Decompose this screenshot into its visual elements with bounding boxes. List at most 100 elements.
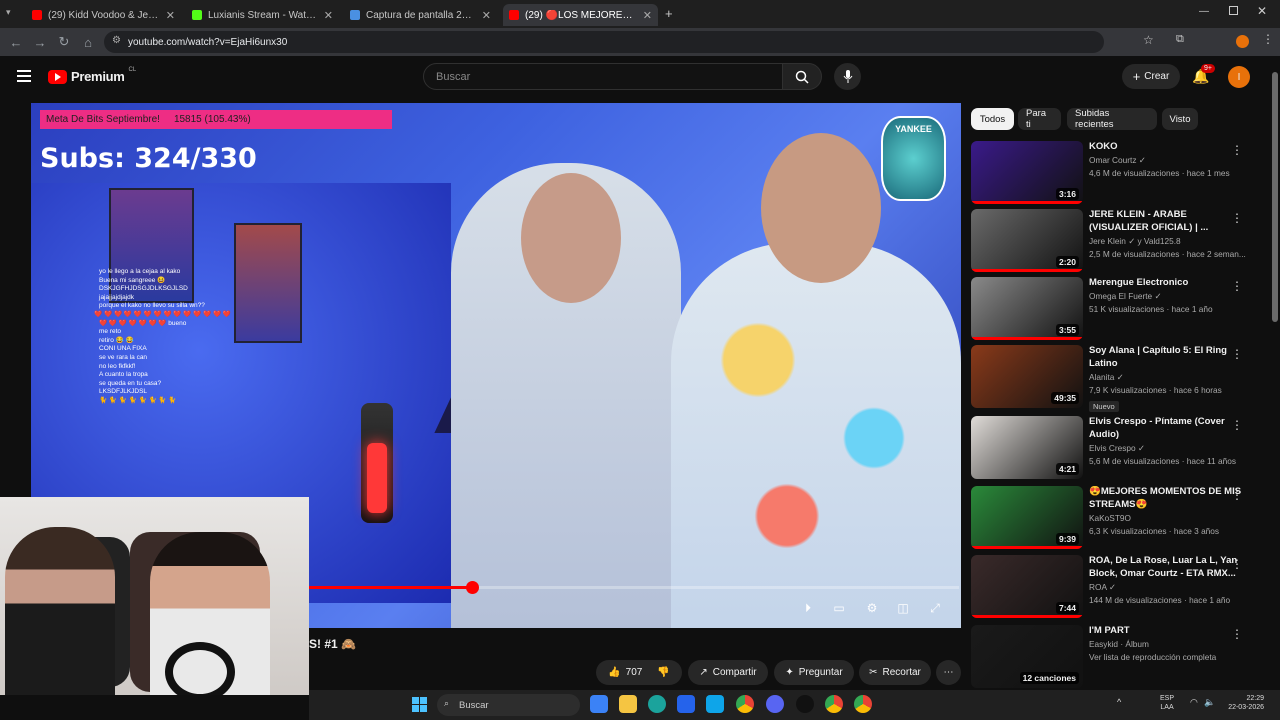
miniplayer-icon[interactable]: ◫ xyxy=(894,600,912,616)
recommended-video[interactable]: 49:35 Soy Alana | Capítulo 5: El Ring Lat… xyxy=(971,345,1271,412)
channel-name[interactable]: Elvis Crespo ✓ xyxy=(1089,443,1249,453)
share-button[interactable]: ↗ Compartir xyxy=(688,660,768,685)
voice-search-button[interactable] xyxy=(834,63,861,90)
like-button[interactable]: 👍 707 xyxy=(608,667,642,678)
video-thumbnail[interactable]: 2:20 xyxy=(971,209,1083,272)
youtube-logo[interactable]: Premium CL xyxy=(48,67,136,84)
taskbar-search[interactable]: ⌕ Buscar xyxy=(437,694,580,716)
search-input[interactable]: Buscar xyxy=(423,63,783,90)
taskbar-chrome-icon[interactable] xyxy=(854,695,872,713)
channel-name[interactable]: Omega El Fuerte ✓ xyxy=(1089,291,1249,301)
scrubber-handle[interactable] xyxy=(465,581,479,594)
video-thumbnail[interactable]: 4:21 xyxy=(971,416,1083,479)
notifications-button[interactable]: 🔔 9+ xyxy=(1192,64,1215,86)
clock[interactable]: 22:29 22-03-2026 xyxy=(1222,694,1264,712)
taskbar-chrome-icon[interactable] xyxy=(736,695,754,713)
more-options-icon[interactable]: ⋮ xyxy=(1231,627,1243,641)
video-title[interactable]: I'M PART xyxy=(1089,625,1249,638)
taskbar-calculator-icon[interactable] xyxy=(677,695,695,713)
video-thumbnail[interactable]: 3:55 xyxy=(971,277,1083,340)
taskbar-app-icon[interactable] xyxy=(590,695,608,713)
more-actions-button[interactable]: ⋯ xyxy=(936,660,961,685)
channel-name[interactable]: Alanita ✓ xyxy=(1089,372,1249,382)
video-title[interactable]: Soy Alana | Capítulo 5: El Ring Latino xyxy=(1089,345,1249,370)
browser-tab[interactable]: (29) 🔴LOS MEJORES MOM ✕ xyxy=(503,4,658,26)
channel-name[interactable]: KaKoST9O xyxy=(1089,513,1249,523)
close-window-icon[interactable]: ✕ xyxy=(1257,4,1267,18)
filter-chip[interactable]: Subidas recientes xyxy=(1067,108,1157,130)
profile-avatar[interactable] xyxy=(1236,35,1249,48)
clip-button[interactable]: ✂ Recortar xyxy=(859,660,931,685)
system-tray-chevron-icon[interactable]: ^ xyxy=(1117,697,1121,707)
taskbar-chrome-icon[interactable] xyxy=(825,695,843,713)
language-indicator[interactable]: ESP LAA xyxy=(1160,694,1174,712)
recommended-video[interactable]: 4:21 Elvis Crespo - Píntame (Cover Audio)… xyxy=(971,416,1271,480)
video-thumbnail[interactable]: 9:39 xyxy=(971,486,1083,549)
taskbar-app-icon[interactable] xyxy=(796,695,814,713)
autoplay-toggle-icon[interactable]: ⏵ xyxy=(799,600,817,616)
channel-name[interactable]: Omar Courtz ✓ xyxy=(1089,155,1249,165)
recommended-video[interactable]: 7:44 ROA, De La Rose, Luar La L, Yan Bloc… xyxy=(971,555,1271,619)
wifi-icon[interactable]: ◠ xyxy=(1190,697,1198,708)
browser-menu-icon[interactable]: ⋮ xyxy=(1262,32,1274,46)
fullscreen-icon[interactable]: ⤢ xyxy=(926,600,944,616)
site-info-icon[interactable]: ⚙ xyxy=(112,35,121,46)
back-icon[interactable]: ← xyxy=(4,30,28,54)
new-tab-button[interactable]: + xyxy=(665,6,673,21)
extensions-icon[interactable]: ⧉ xyxy=(1176,33,1184,46)
recommended-video[interactable]: 3:55 Merengue Electronico Omega El Fuerte … xyxy=(971,277,1271,341)
video-thumbnail[interactable]: 7:44 xyxy=(971,555,1083,618)
browser-tab[interactable]: Captura de pantalla 2026 03 2 ✕ xyxy=(344,4,497,26)
video-title[interactable]: JERE KLEIN - ARABE (VISUALIZER OFICIAL) … xyxy=(1089,209,1249,234)
subtitles-icon[interactable]: ▭ xyxy=(830,600,848,616)
volume-icon[interactable]: 🔈 xyxy=(1204,697,1215,708)
url-field[interactable]: ⚙ youtube.com/watch?v=EjaHi6unx30 xyxy=(104,31,1104,53)
browser-tab[interactable]: Luxianis Stream - Watch Live o ✕ xyxy=(186,4,339,26)
close-tab-icon[interactable]: ✕ xyxy=(482,9,491,22)
recommended-video[interactable]: 3:16 KOKO Omar Courtz ✓ 4,6 M de visualizac… xyxy=(971,141,1271,205)
ask-button[interactable]: ✦ Preguntar xyxy=(774,660,854,685)
recommended-video[interactable]: 2:20 JERE KLEIN - ARABE (VISUALIZER OFICI… xyxy=(971,209,1271,273)
taskbar-discord-icon[interactable] xyxy=(766,695,784,713)
close-tab-icon[interactable]: ✕ xyxy=(166,9,175,22)
close-tab-icon[interactable]: ✕ xyxy=(643,9,652,22)
video-title[interactable]: Merengue Electronico xyxy=(1089,277,1249,290)
create-button[interactable]: + Crear xyxy=(1122,64,1180,89)
reload-icon[interactable]: ↻ xyxy=(52,30,76,54)
video-title[interactable]: 😍MEJORES MOMENTOS DE MIS STREAMS😍 xyxy=(1089,486,1249,511)
channel-name[interactable]: Jere Klein ✓ y Vald125.8 xyxy=(1089,236,1249,246)
scrollbar-thumb[interactable] xyxy=(1272,72,1278,322)
forward-icon[interactable]: → xyxy=(28,30,52,54)
more-options-icon[interactable]: ⋮ xyxy=(1231,488,1243,502)
video-title[interactable]: ROA, De La Rose, Luar La L, Yan Block, O… xyxy=(1089,555,1249,580)
close-tab-icon[interactable]: ✕ xyxy=(324,9,333,22)
more-options-icon[interactable]: ⋮ xyxy=(1231,347,1243,361)
recommended-video[interactable]: 9:39 😍MEJORES MOMENTOS DE MIS STREAMS😍 KaK… xyxy=(971,486,1271,550)
video-thumbnail[interactable]: 12 canciones xyxy=(971,625,1083,688)
filter-chip[interactable]: Visto xyxy=(1162,108,1198,130)
more-options-icon[interactable]: ⋮ xyxy=(1231,143,1243,157)
channel-name[interactable]: ROA ✓ xyxy=(1089,582,1249,592)
video-title[interactable]: KOKO xyxy=(1089,141,1249,154)
filter-chip[interactable]: Para ti xyxy=(1018,108,1061,130)
search-button[interactable] xyxy=(782,63,822,90)
channel-name[interactable]: Easykid · Álbum xyxy=(1089,639,1249,649)
minimize-icon[interactable]: — xyxy=(1199,6,1209,17)
browser-tab[interactable]: (29) Kidd Voodoo & Jere Kl ✕ xyxy=(26,4,181,26)
recommended-video[interactable]: 12 canciones I'M PART Easykid · Álbum Ver l… xyxy=(971,625,1271,689)
maximize-icon[interactable] xyxy=(1229,6,1238,15)
filter-chip[interactable]: Todos xyxy=(971,108,1014,130)
taskbar-edge-icon[interactable] xyxy=(648,695,666,713)
tab-search-icon[interactable]: ▾ xyxy=(6,7,20,21)
windows-start-icon[interactable] xyxy=(412,697,427,712)
more-options-icon[interactable]: ⋮ xyxy=(1231,211,1243,225)
video-thumbnail[interactable]: 3:16 xyxy=(971,141,1083,204)
more-options-icon[interactable]: ⋮ xyxy=(1231,279,1243,293)
dislike-button[interactable]: 👎 xyxy=(657,667,669,678)
account-avatar[interactable]: I xyxy=(1228,66,1250,88)
taskbar-folder-icon[interactable] xyxy=(619,695,637,713)
taskbar-app-icon[interactable] xyxy=(706,695,724,713)
home-icon[interactable]: ⌂ xyxy=(76,30,100,54)
video-title[interactable]: Elvis Crespo - Píntame (Cover Audio) xyxy=(1089,416,1249,441)
video-thumbnail[interactable]: 49:35 xyxy=(971,345,1083,408)
